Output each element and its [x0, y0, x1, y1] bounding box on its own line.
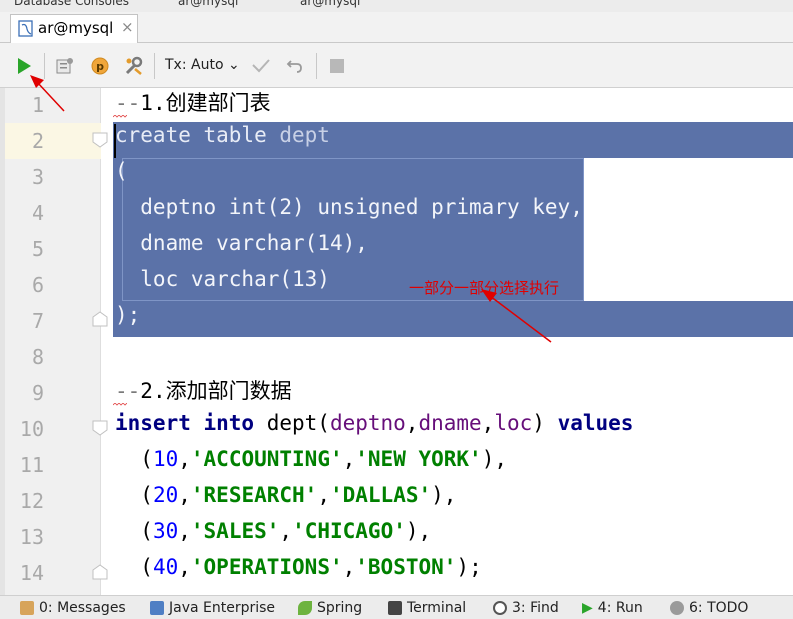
messages-tool-button[interactable]: 0: Messages	[20, 600, 126, 616]
breadcrumb-item[interactable]: Database Consoles	[14, 0, 129, 8]
breadcrumb: Database Consoles ar@mysql ar@mysql	[0, 0, 793, 12]
line-number: 10	[19, 417, 44, 441]
parameters-button[interactable]: p	[88, 43, 112, 88]
fold-marker-icon[interactable]	[92, 132, 108, 148]
messages-icon	[20, 601, 34, 615]
line-number: 12	[19, 489, 44, 513]
line-number: 7	[31, 309, 44, 333]
line-number: 13	[19, 525, 44, 549]
editor-tab-bar: ar@mysql ×	[0, 12, 793, 43]
tab-console[interactable]: ar@mysql ×	[10, 14, 138, 43]
wrench-icon	[125, 56, 143, 75]
code-line-2: create table dept	[115, 123, 330, 147]
check-icon	[252, 58, 270, 72]
code-line-6: loc varchar(13)	[115, 267, 330, 291]
svg-text:p: p	[96, 60, 104, 73]
code-line-7: );	[115, 303, 141, 327]
run-icon: ▶	[582, 600, 593, 616]
line-number: 5	[31, 237, 44, 261]
line-number: 4	[31, 201, 44, 225]
fold-marker-icon[interactable]	[92, 564, 108, 580]
run-icon	[18, 57, 31, 74]
run-tool-button[interactable]: ▶ 4: Run	[582, 600, 643, 616]
line-number: 3	[31, 165, 44, 189]
annotation-text: 一部分一部分选择执行	[409, 279, 560, 297]
explain-plan-icon	[56, 57, 73, 73]
tool-window-bar: 0: Messages Java Enterprise Spring Termi…	[0, 595, 793, 619]
code-line-13: (30,'SALES','CHICAGO'),	[115, 519, 432, 543]
typo-squiggle	[113, 403, 127, 406]
code-line-5: dname varchar(14),	[115, 231, 368, 255]
stop-button[interactable]	[325, 43, 349, 88]
line-number: 11	[19, 453, 44, 477]
rollback-button[interactable]	[282, 43, 308, 88]
run-button[interactable]	[12, 43, 36, 88]
terminal-icon	[388, 601, 402, 615]
code-line-3: (	[115, 159, 128, 183]
fold-marker-icon[interactable]	[92, 420, 108, 436]
java-enterprise-icon	[150, 601, 164, 615]
line-number: 8	[31, 345, 44, 369]
code-line-1: --1.创建部门表	[115, 91, 271, 115]
code-line-9: --2.添加部门数据	[115, 379, 292, 403]
code-line-10: insert into dept(deptno,dname,loc) value…	[115, 411, 634, 435]
breadcrumb-item[interactable]: ar@mysql	[300, 0, 360, 8]
todo-icon	[670, 601, 684, 615]
console-icon	[18, 20, 34, 42]
transaction-mode-dropdown[interactable]: Tx: Auto ⌄	[165, 57, 240, 73]
breadcrumb-item[interactable]: ar@mysql	[178, 0, 238, 8]
parameter-icon: p	[91, 57, 109, 74]
chevron-down-icon: ⌄	[227, 57, 240, 73]
line-number: 2	[31, 129, 44, 153]
spring-icon	[298, 601, 312, 615]
line-number: 1	[31, 93, 44, 117]
spring-tool-button[interactable]: Spring	[298, 600, 362, 616]
tab-label: ar@mysql	[38, 19, 114, 37]
stop-icon	[330, 58, 344, 73]
code-line-4: deptno int(2) unsigned primary key,	[115, 195, 583, 219]
java-enterprise-tool-button[interactable]: Java Enterprise	[150, 600, 275, 616]
code-line-12: (20,'RESEARCH','DALLAS'),	[115, 483, 457, 507]
explain-plan-button[interactable]	[53, 43, 77, 88]
selection-highlight	[113, 301, 793, 337]
line-number: 9	[31, 381, 44, 405]
console-toolbar: p Tx: Auto ⌄	[0, 43, 793, 88]
undo-icon	[286, 59, 302, 73]
settings-button[interactable]	[122, 43, 146, 88]
close-icon[interactable]: ×	[121, 18, 134, 36]
todo-tool-button[interactable]: 6: TODO	[670, 600, 748, 616]
text-caret	[114, 124, 116, 158]
find-tool-button[interactable]: 3: Find	[493, 600, 559, 616]
line-number: 6	[31, 273, 44, 297]
code-line-11: (10,'ACCOUNTING','NEW YORK'),	[115, 447, 507, 471]
line-number: 14	[19, 561, 44, 585]
typo-squiggle	[113, 115, 127, 118]
terminal-tool-button[interactable]: Terminal	[388, 600, 466, 616]
code-line-14: (40,'OPERATIONS','BOSTON');	[115, 555, 482, 579]
fold-marker-icon[interactable]	[92, 311, 108, 327]
commit-button[interactable]	[248, 43, 274, 88]
search-icon	[493, 601, 507, 615]
